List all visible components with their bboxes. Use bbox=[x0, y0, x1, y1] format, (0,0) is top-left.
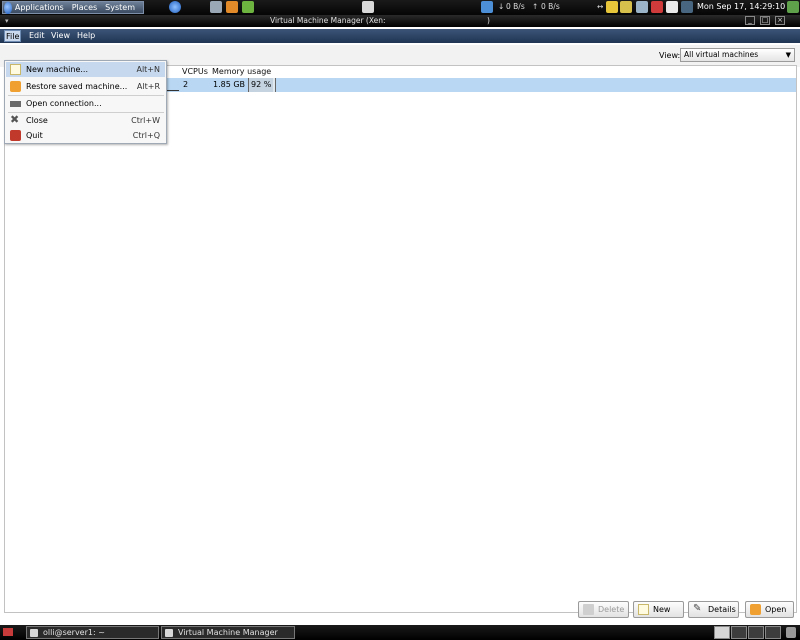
quit-icon bbox=[10, 130, 21, 141]
workspace-2[interactable] bbox=[731, 626, 747, 639]
window-title-end: ) bbox=[487, 16, 490, 25]
new-document-icon bbox=[638, 604, 649, 615]
view-filter-select[interactable]: All virtual machines ▼ bbox=[680, 48, 795, 62]
menu-file[interactable]: File bbox=[4, 30, 22, 42]
places-menu[interactable]: Places bbox=[72, 3, 97, 12]
notes-launcher-icon[interactable] bbox=[362, 1, 374, 13]
details-button[interactable]: ✎ Details bbox=[688, 601, 739, 618]
taskbar-vmm-label: Virtual Machine Manager (X... bbox=[178, 628, 278, 640]
system-menu[interactable]: System bbox=[105, 3, 135, 12]
net-upload-arrow-icon: ↑ bbox=[532, 2, 539, 11]
file-menu-dropdown: New machine... Alt+N Restore saved machi… bbox=[4, 60, 167, 144]
taskbar-vmm[interactable]: Virtual Machine Manager (X... bbox=[161, 626, 295, 640]
new-vm-button[interactable]: New bbox=[633, 601, 684, 618]
menu-item-new-machine[interactable]: New machine... Alt+N bbox=[6, 62, 165, 77]
menu-item-restore-saved[interactable]: Restore saved machine... Alt+R bbox=[6, 79, 165, 94]
tray-network-icon[interactable] bbox=[636, 1, 648, 13]
vm-vcpus: 2 bbox=[183, 80, 189, 89]
distro-logo-icon bbox=[4, 1, 12, 14]
folder-open-icon bbox=[10, 81, 21, 92]
tray-warning-icon[interactable] bbox=[620, 1, 632, 13]
new-document-icon bbox=[10, 64, 21, 75]
memory-usage-bar: 92 % bbox=[248, 78, 276, 92]
menu-edit[interactable]: Edit bbox=[28, 30, 46, 42]
vmm-icon bbox=[165, 629, 173, 637]
tray-app-icon[interactable] bbox=[651, 1, 663, 13]
workspace-1[interactable] bbox=[714, 626, 730, 639]
taskbar-terminal[interactable]: olli@server1: ~ bbox=[26, 626, 159, 639]
update-notifier-icon[interactable] bbox=[606, 1, 618, 13]
folder-open-icon bbox=[750, 604, 761, 615]
window-menu-icon[interactable]: ▾ bbox=[5, 15, 9, 27]
vm-memory: 1.85 GB bbox=[213, 80, 246, 89]
menu-view[interactable]: View bbox=[50, 30, 71, 42]
show-desktop-icon[interactable] bbox=[3, 628, 13, 636]
net-download-rate: 0 B/s bbox=[506, 2, 525, 11]
menu-item-quit[interactable]: Quit Ctrl+Q bbox=[6, 128, 165, 143]
delete-button[interactable]: Delete bbox=[578, 601, 629, 618]
net-upload-rate: 0 B/s bbox=[541, 2, 560, 11]
vm-list[interactable] bbox=[4, 65, 797, 613]
window-titlebar[interactable]: ▾ Virtual Machine Manager (Xen: ) _ □ × bbox=[0, 15, 800, 27]
connection-plug-icon bbox=[10, 101, 21, 107]
column-vcpus[interactable]: VCPUs bbox=[182, 67, 208, 76]
file-manager-launcher-icon[interactable] bbox=[210, 1, 222, 13]
view-filter-value: All virtual machines bbox=[684, 50, 759, 59]
tray-arrows-icon: ↔ bbox=[597, 2, 604, 11]
maximize-icon[interactable]: □ bbox=[760, 16, 770, 25]
trash-icon bbox=[583, 604, 594, 615]
browser-launcher-icon[interactable] bbox=[169, 1, 181, 13]
applications-menu[interactable]: Applications bbox=[15, 3, 64, 12]
workspace-3[interactable] bbox=[748, 626, 764, 639]
menu-item-close[interactable]: ✖ Close Ctrl+W bbox=[6, 113, 165, 128]
menubar: File Edit View Help bbox=[0, 29, 800, 43]
chevron-down-icon: ▼ bbox=[785, 51, 791, 59]
vmm-window: ▾ Virtual Machine Manager (Xen: ) _ □ × … bbox=[0, 15, 800, 625]
wrench-icon: ✎ bbox=[693, 603, 702, 614]
minimize-icon[interactable]: _ bbox=[745, 16, 755, 25]
column-memory-usage[interactable]: Memory usage bbox=[212, 67, 271, 76]
memory-usage-percent: 92 % bbox=[251, 80, 272, 89]
tray-volume-icon[interactable] bbox=[666, 1, 678, 13]
trash-icon[interactable] bbox=[786, 627, 796, 638]
net-download-arrow-icon: ↓ bbox=[498, 2, 505, 11]
view-filter-label: View: bbox=[659, 51, 681, 60]
menu-item-open-connection[interactable]: Open connection... bbox=[6, 96, 165, 111]
network-monitor-icon bbox=[481, 1, 493, 13]
workspace-4[interactable] bbox=[765, 626, 781, 639]
office-launcher-icon[interactable] bbox=[226, 1, 238, 13]
main-menu: Applications Places System bbox=[2, 1, 144, 14]
window-title: Virtual Machine Manager (Xen: bbox=[270, 16, 386, 25]
close-x-icon: ✖ bbox=[10, 113, 20, 126]
close-window-icon[interactable]: × bbox=[775, 16, 785, 25]
row-underline bbox=[167, 90, 179, 91]
menu-help[interactable]: Help bbox=[76, 30, 96, 42]
logout-icon[interactable] bbox=[787, 1, 799, 13]
tray-display-icon[interactable] bbox=[681, 1, 693, 13]
clock[interactable]: Mon Sep 17, 14:29:10 bbox=[697, 2, 785, 11]
terminal-icon bbox=[30, 629, 38, 637]
top-panel: Applications Places System ↓ 0 B/s ↑ 0 B… bbox=[0, 0, 800, 15]
open-button[interactable]: Open bbox=[745, 601, 794, 618]
bottom-panel: olli@server1: ~ Virtual Machine Manager … bbox=[0, 625, 800, 640]
taskbar-terminal-label: olli@server1: ~ bbox=[43, 628, 105, 637]
presentation-launcher-icon[interactable] bbox=[242, 1, 254, 13]
